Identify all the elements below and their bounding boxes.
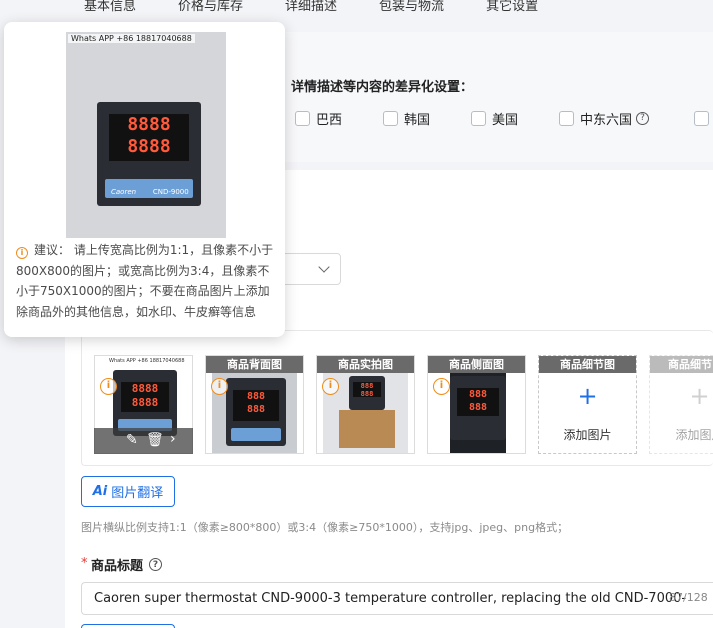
product-photo: 888 888 [226,378,286,446]
preview-image: Whats APP +86 18817040688 8888 8888 CND-9… [66,32,226,238]
display-top: 8888 [127,114,171,136]
chevron-down-icon [318,261,330,273]
tab-price-stock[interactable]: 价格与库存 [156,0,263,18]
checkbox[interactable] [694,110,709,126]
region-option-middle-east[interactable]: 中东六国 ? [559,109,650,128]
plus-icon[interactable]: + [650,382,713,410]
info-icon: i [16,247,28,259]
device-brand: Caoren [111,188,137,196]
required-mark: * [81,556,88,571]
plus-icon[interactable]: + [539,382,636,410]
image-slot-real[interactable]: 888 888 商品实拍图 i [316,355,415,454]
tab-packaging[interactable]: 包装与物流 [357,0,464,18]
product-title-input[interactable]: Caoren super thermostat CND-9000-3 tempe… [81,582,713,615]
product-title-label: 商品标题 ? [91,555,163,574]
tab-description[interactable]: 详细描述 [263,0,357,18]
region-label: 韩国 [404,112,431,128]
add-image-label: 添加图片 [563,428,612,442]
ai-icon: Ai [92,484,108,499]
warning-icon[interactable]: i [211,378,228,395]
help-icon[interactable]: ? [149,558,163,571]
title-char-count: 87/128 [669,591,708,604]
tab-bar: 基本信息 价格与库存 详细描述 包装与物流 其它设置 [62,0,713,18]
watermark-text: Whats APP +86 18817040688 [109,358,185,364]
upload-tip: i 建议： 请上传宽高比例为1:1，且像素不小于800X800的图片；或宽高比例为… [16,240,278,322]
display-bottom: 8888 [127,136,171,158]
image-slot-back[interactable]: 888 888 商品背面图 i [205,355,304,454]
slot-label: 商品侧面图 [428,356,525,373]
product-photo: 888 888 [349,376,385,410]
checkbox[interactable] [383,110,398,126]
warning-icon[interactable]: i [100,378,117,395]
checkbox[interactable] [471,110,486,126]
box-image [339,410,395,448]
display-top: 8888 [131,381,159,395]
image-slot-detail[interactable]: 商品细节图 + 添加图片 [538,355,637,454]
image-slot-side[interactable]: 888 888 商品侧面图 i [427,355,526,454]
slot-label: 商品细节图 [539,356,636,373]
slot-label: 商品细节 [650,356,713,373]
edit-icon[interactable]: ✎ [126,432,138,448]
region-label: 巴西 [316,112,343,128]
tab-other-settings[interactable]: 其它设置 [464,0,558,18]
image-translate-button[interactable]: Ai 图片翻译 [81,476,175,507]
image-slot-detail-2[interactable]: 商品细节 + 添加图片 [649,355,713,454]
region-option-korea[interactable]: 韩国 [383,109,431,128]
tab-basic-info[interactable]: 基本信息 [62,0,156,18]
checkbox[interactable] [559,110,574,126]
checkbox[interactable] [295,110,310,126]
device-model: CND-9000 [152,187,189,196]
label-text: 商品标题 [91,559,144,574]
image-format-hint: 图片横纵比例支持1:1（像素≥800*800）或3:4（像素≥750*1000）… [81,521,569,534]
chevron-right-icon[interactable]: › [170,431,176,447]
image-preview-popover: Whats APP +86 18817040688 8888 8888 CND-9… [4,22,285,337]
display-bottom: 8888 [131,395,159,409]
region-label: 美国 [492,112,519,128]
image-actions-bar: ✎ 🗑 › [94,428,193,454]
region-option-more[interactable] [694,109,713,127]
tip-text: 建议： 请上传宽高比例为1:1，且像素不小于800X800的图片；或宽高比例为3… [16,243,274,319]
next-button[interactable] [81,624,175,628]
translate-label: 图片翻译 [111,486,164,501]
region-option-brazil[interactable]: 巴西 [295,109,343,128]
watermark-text: Whats APP +86 18817040688 [68,34,195,43]
product-photo: 8888 8888 [113,370,177,436]
product-photo: 888 888 [450,376,506,440]
add-image-label: 添加图片 [675,428,713,442]
slot-label: 商品背面图 [206,356,303,373]
help-icon[interactable]: ? [636,111,650,125]
region-option-usa[interactable]: 美国 [471,109,519,128]
warning-icon[interactable]: i [322,378,339,395]
slot-label: 商品实拍图 [317,356,414,373]
delete-icon[interactable]: 🗑 [146,432,164,448]
diff-settings-title: 详情描述等内容的差异化设置： [291,80,474,95]
warning-icon[interactable]: i [433,378,450,395]
region-label: 中东六国 [580,112,633,128]
product-photo: 8888 8888 CND-9000 Caoren [97,102,201,206]
